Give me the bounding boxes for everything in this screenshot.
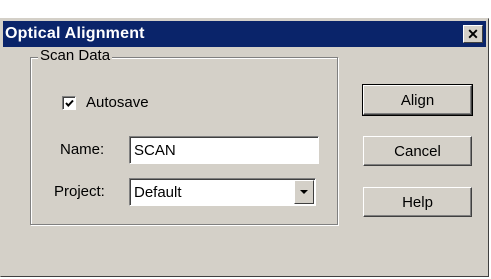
cancel-button-label: Cancel bbox=[394, 142, 441, 160]
autosave-label[interactable]: Autosave bbox=[86, 94, 149, 111]
name-field[interactable]: SCAN bbox=[129, 136, 319, 164]
chevron-down-icon bbox=[300, 189, 308, 194]
help-button[interactable]: Help bbox=[363, 187, 472, 217]
name-value: SCAN bbox=[134, 141, 176, 159]
project-select[interactable]: Default bbox=[129, 178, 316, 206]
cancel-button[interactable]: Cancel bbox=[363, 136, 472, 166]
project-selected-value: Default bbox=[134, 183, 182, 201]
scan-data-legend: Scan Data bbox=[38, 47, 113, 64]
close-button[interactable]: ✕ bbox=[463, 25, 483, 43]
title-bar[interactable]: Optical Alignment ✕ bbox=[3, 21, 486, 47]
dropdown-button[interactable] bbox=[294, 180, 314, 204]
align-button-label: Align bbox=[400, 91, 435, 109]
autosave-checkbox[interactable] bbox=[62, 96, 76, 110]
align-button[interactable]: Align bbox=[362, 84, 473, 116]
close-icon: ✕ bbox=[467, 25, 479, 42]
checkmark-icon bbox=[65, 99, 74, 107]
name-label: Name: bbox=[60, 141, 105, 158]
help-button-label: Help bbox=[402, 193, 433, 211]
window-title: Optical Alignment bbox=[5, 25, 145, 42]
project-label: Project: bbox=[54, 183, 105, 200]
